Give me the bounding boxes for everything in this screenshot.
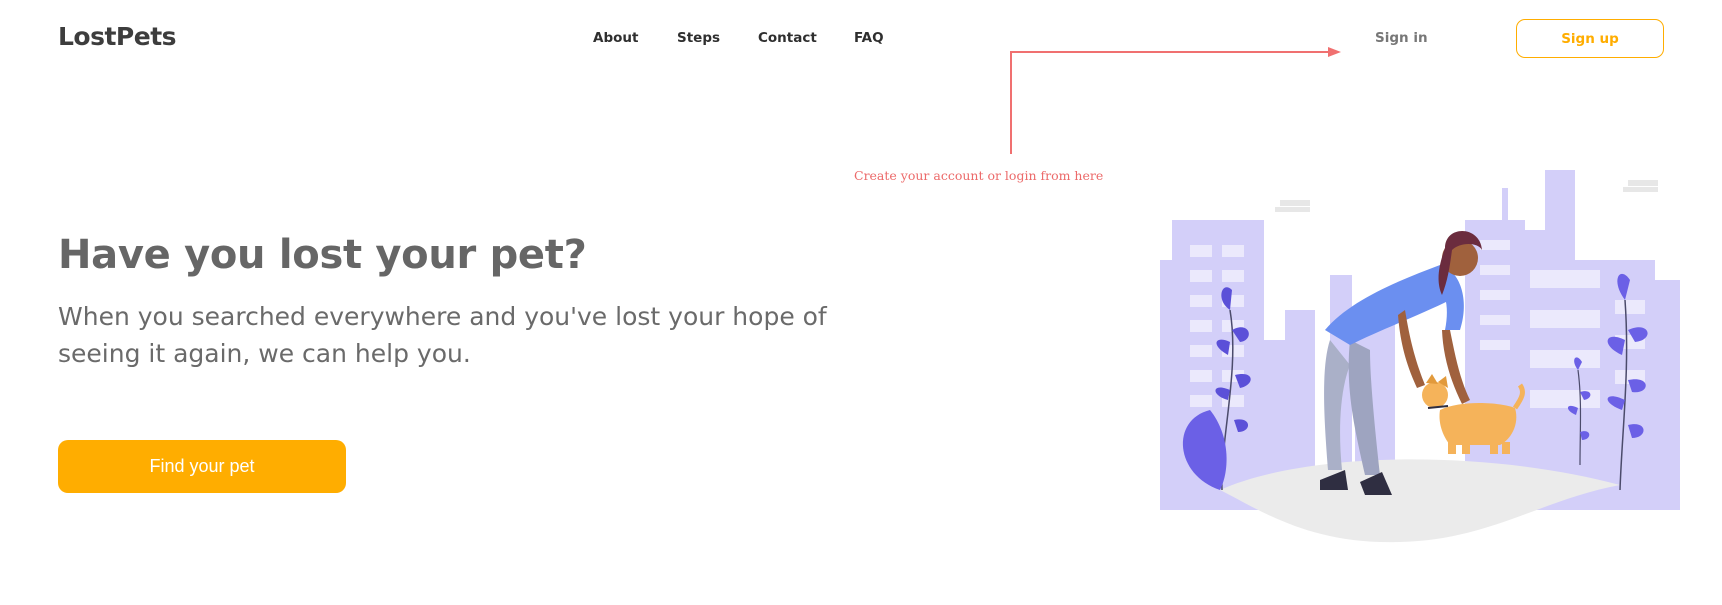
nav-about-link[interactable]: About xyxy=(593,30,638,46)
nav-steps-link[interactable]: Steps xyxy=(677,30,720,46)
nav-faq-link[interactable]: FAQ xyxy=(854,30,884,46)
main-nav: About Steps Contact FAQ xyxy=(0,30,1722,50)
hero-subtext: When you searched everywhere and you've … xyxy=(58,302,827,368)
signup-button[interactable]: Sign up xyxy=(1516,19,1664,58)
woman-petting-dog-city-illustration xyxy=(1160,170,1680,543)
hero-headline: Have you lost your pet? xyxy=(58,232,587,278)
find-your-pet-button[interactable]: Find your pet xyxy=(58,440,346,493)
signin-link[interactable]: Sign in xyxy=(1375,30,1428,46)
annotation-text: Create your account or login from here xyxy=(854,168,1104,183)
nav-contact-link[interactable]: Contact xyxy=(758,30,817,46)
